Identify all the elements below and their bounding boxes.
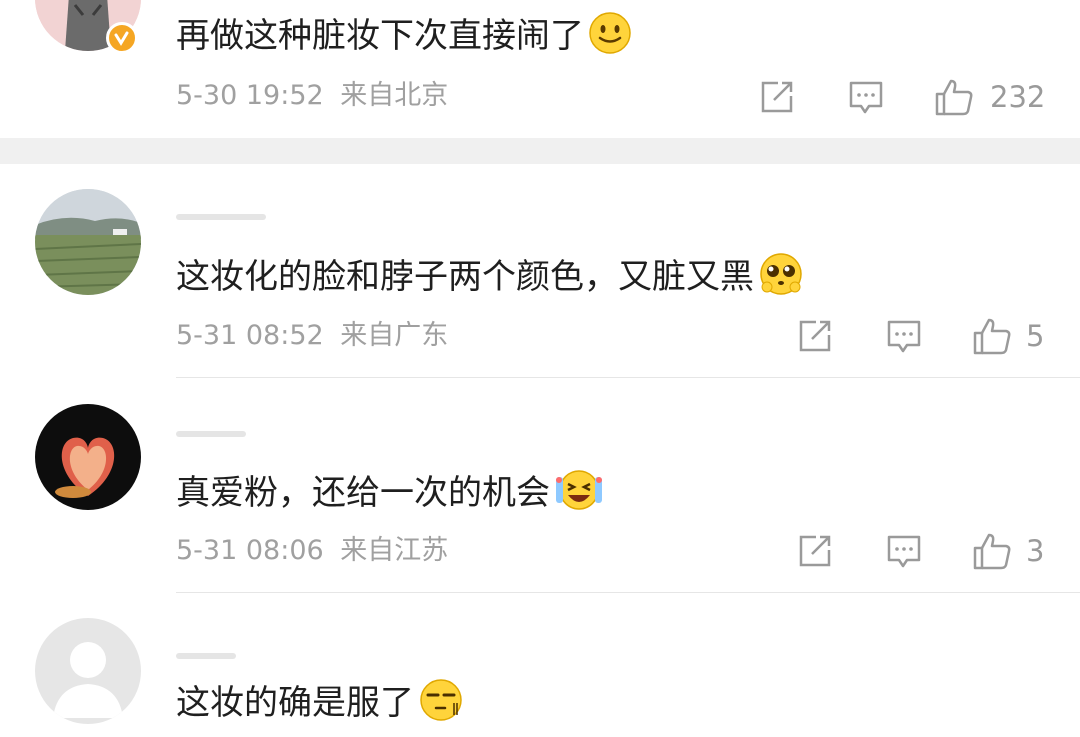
comment-location: 来自广东 [340,320,449,351]
smile-emoji-icon [588,11,632,64]
pleading-emoji-icon [758,251,804,306]
comment-location: 来自北京 [340,80,449,111]
like-count: 232 [990,80,1046,114]
reply-icon[interactable] [886,319,922,359]
comment-date: 5-31 08:52 [176,320,324,351]
comment-item-2: 这妆化的脸和脖子两个颜色，又脏又黑 5-31 08:52 来自广东 5 [0,164,1080,378]
comment-text: 真爱粉，还给一次的机会 [176,467,604,522]
share-icon[interactable] [760,80,794,118]
comment-date: 5-30 19:52 [176,80,324,111]
user-avatar[interactable] [35,404,141,510]
comment-text: 这妆化的脸和脖子两个颜色，又脏又黑 [176,251,804,306]
comment-date: 5-31 08:06 [176,535,324,566]
smirk-emoji-icon [418,677,464,732]
like-count: 3 [1026,534,1045,568]
share-icon[interactable] [798,319,832,357]
comment-meta: 5-31 08:52 来自广东 [176,320,448,352]
like-icon[interactable] [934,78,974,120]
user-avatar[interactable] [35,618,141,724]
comment-text: 这妆的确是服了 [176,677,464,732]
reply-icon[interactable] [886,534,922,574]
verified-badge-icon [106,22,138,54]
reply-icon[interactable] [848,80,884,120]
comment-item-1: 再做这种脏妆下次直接闹了 5-30 19:52 来自北京 232 [0,0,1080,138]
like-icon[interactable] [972,532,1012,574]
comment-text: 再做这种脏妆下次直接闹了 [176,11,632,64]
share-icon[interactable] [798,534,832,572]
like-icon[interactable] [972,317,1012,359]
username-hidden [176,214,266,220]
user-avatar[interactable] [35,189,141,295]
comment-meta: 5-30 19:52 来自北京 [176,80,448,112]
section-divider [0,138,1080,164]
username-hidden [176,653,236,659]
username-hidden [176,431,246,437]
comment-item-4: 这妆的确是服了 [0,593,1080,737]
like-count: 5 [1026,319,1045,353]
comment-item-3: 真爱粉，还给一次的机会 5-31 08:06 来自江苏 3 [0,379,1080,593]
comment-divider [176,377,1080,378]
comment-location: 来自江苏 [340,535,449,566]
crying-laugh-emoji-icon [554,467,604,522]
comment-meta: 5-31 08:06 来自江苏 [176,535,448,567]
